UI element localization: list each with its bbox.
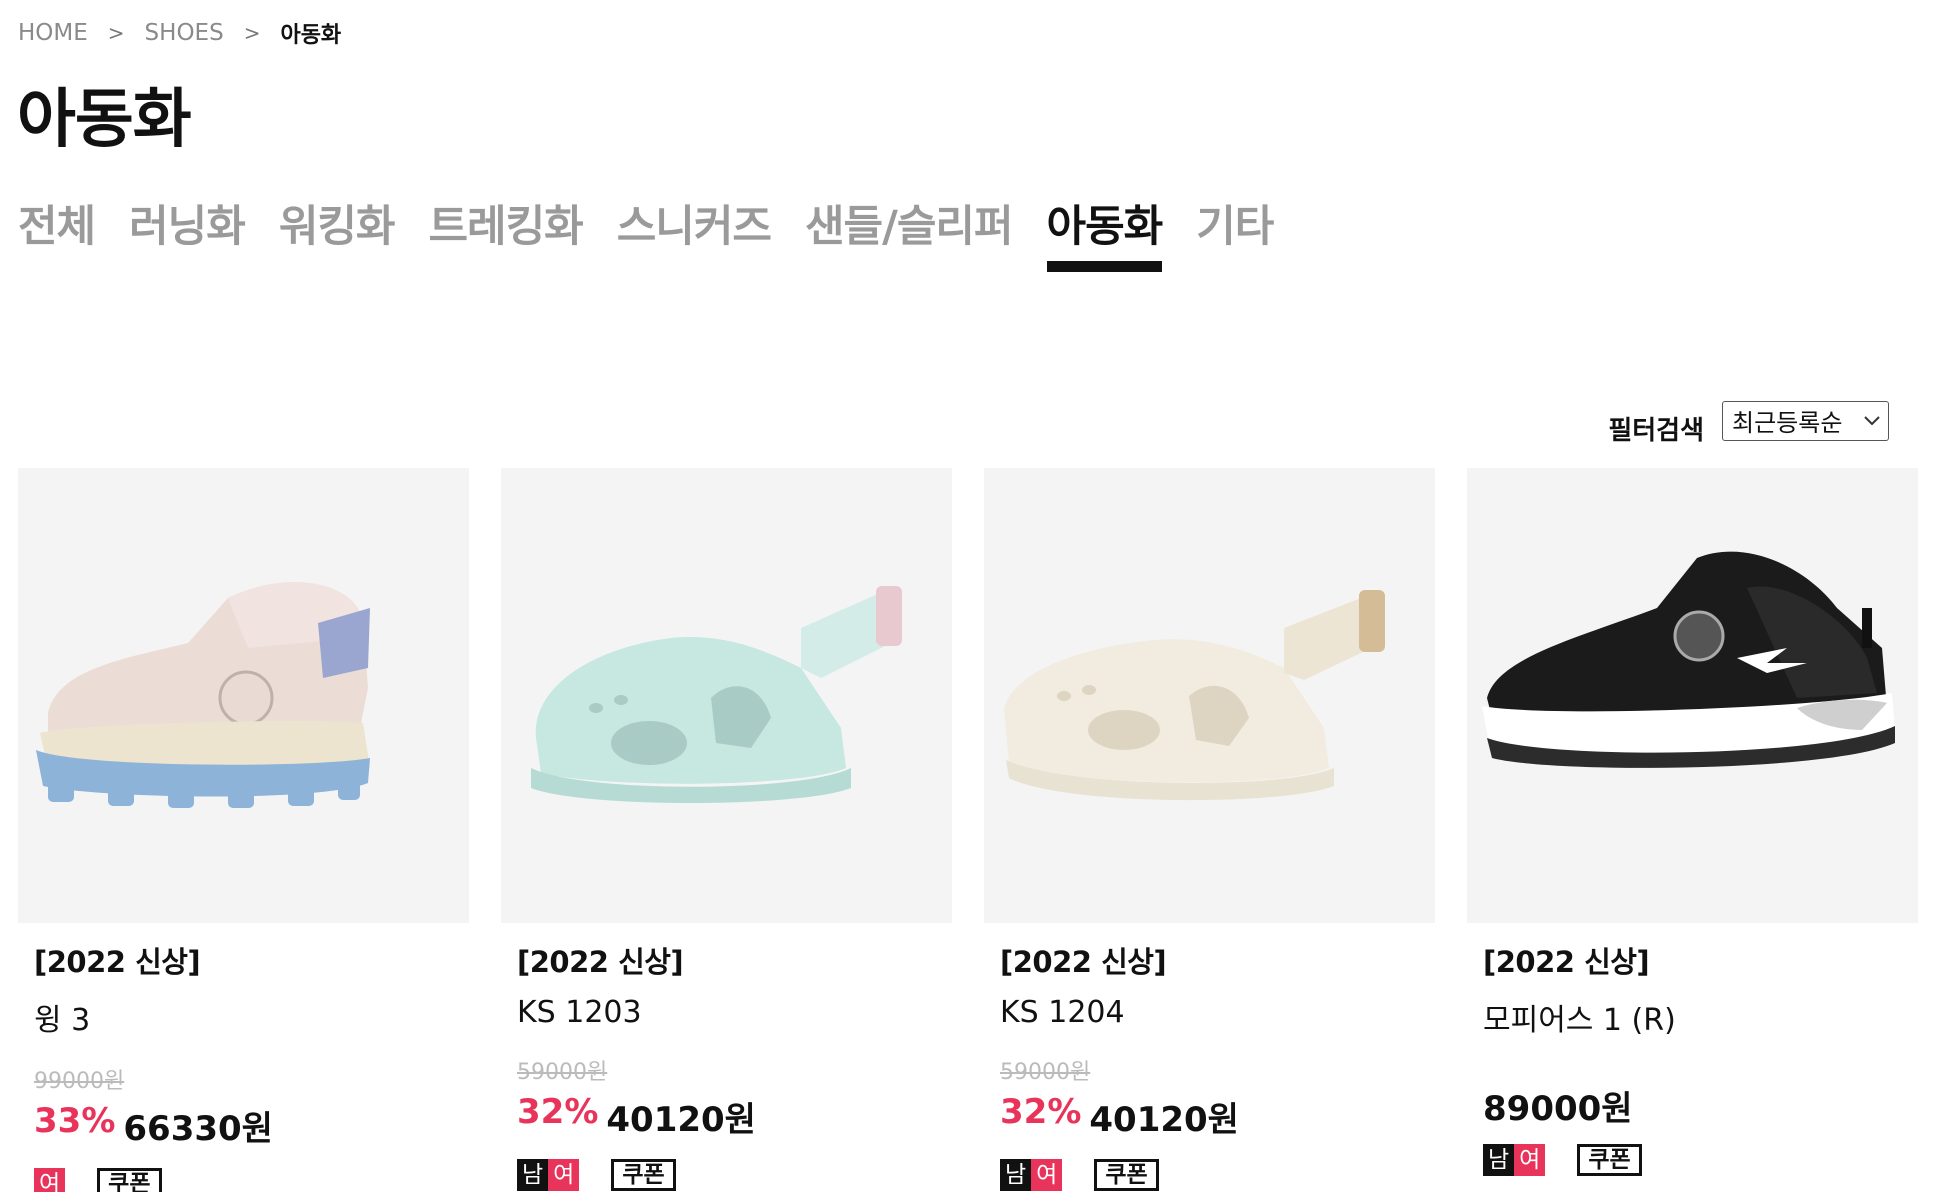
tab-kids[interactable]: 아동화 — [1046, 192, 1163, 272]
product-image[interactable] — [984, 468, 1435, 923]
product-image[interactable] — [18, 468, 469, 923]
original-price: 59000원 — [1000, 1060, 1091, 1085]
category-tabs: 전체 러닝화 워킹화 트레킹화 스니커즈 샌들/슬리퍼 아동화 기타 — [18, 192, 1307, 272]
chevron-down-icon — [1864, 411, 1880, 430]
product-grid: [2022 신상] 윙 3 99000원 33% 66330원 여 쿠폰 [20… — [18, 468, 1918, 1192]
discount-rate: 32% — [1000, 1092, 1082, 1132]
tab-walking[interactable]: 워킹화 — [279, 192, 396, 272]
product-image[interactable] — [1467, 468, 1918, 923]
breadcrumb: HOME > SHOES > 아동화 — [18, 18, 341, 48]
gender-badge-male: 남 — [1000, 1159, 1032, 1191]
page-title: 아동화 — [17, 83, 192, 157]
gender-badge-male: 남 — [1483, 1144, 1515, 1176]
tab-all[interactable]: 전체 — [18, 192, 96, 272]
sale-price: 40120원 — [1089, 1100, 1239, 1140]
breadcrumb-home[interactable]: HOME — [18, 20, 88, 46]
coupon-badge: 쿠폰 — [97, 1168, 162, 1192]
sale-price: 66330원 — [123, 1109, 273, 1149]
product-name[interactable]: KS 1204 — [1000, 995, 1435, 1030]
product-tag: [2022 신상] — [1483, 945, 1650, 979]
original-price: 59000원 — [517, 1060, 608, 1085]
product-name[interactable]: KS 1203 — [517, 995, 952, 1030]
gender-badge-female: 여 — [34, 1168, 66, 1192]
coupon-badge: 쿠폰 — [1577, 1144, 1642, 1176]
original-price: 99000원 — [34, 1069, 125, 1094]
product-tag: [2022 신상] — [34, 945, 201, 979]
gender-badge-female: 여 — [1031, 1159, 1063, 1191]
product-card[interactable]: [2022 신상] 모피어스 1 (R) 89000원 남여 쿠폰 — [1467, 468, 1918, 1188]
product-tag: [2022 신상] — [1000, 945, 1167, 979]
breadcrumb-separator: > — [243, 21, 261, 45]
tab-running[interactable]: 러닝화 — [129, 192, 246, 272]
sale-price: 89000원 — [1483, 1089, 1633, 1129]
product-tag: [2022 신상] — [517, 945, 684, 979]
product-card[interactable]: [2022 신상] KS 1204 59000원 32% 40120원 남여 쿠… — [984, 468, 1435, 1191]
breadcrumb-shoes[interactable]: SHOES — [145, 20, 224, 46]
list-toolbar: 필터검색 최근등록순 — [1608, 394, 1889, 447]
tab-sneakers[interactable]: 스니커즈 — [617, 192, 772, 272]
gender-badge-male: 남 — [517, 1159, 549, 1191]
product-name[interactable]: 모피어스 1 (R) — [1483, 995, 1918, 1039]
product-card[interactable]: [2022 신상] 윙 3 99000원 33% 66330원 여 쿠폰 — [18, 468, 469, 1192]
sort-select[interactable]: 최근등록순 — [1722, 400, 1889, 441]
tab-sandals[interactable]: 샌들/슬리퍼 — [805, 192, 1014, 272]
breadcrumb-separator: > — [107, 21, 125, 45]
product-card[interactable]: [2022 신상] KS 1203 59000원 32% 40120원 남여 쿠… — [501, 468, 952, 1191]
coupon-badge: 쿠폰 — [1094, 1159, 1159, 1191]
tab-etc[interactable]: 기타 — [1196, 192, 1274, 272]
sale-price: 40120원 — [606, 1100, 756, 1140]
product-image[interactable] — [501, 468, 952, 923]
gender-badge-female: 여 — [1514, 1144, 1546, 1176]
coupon-badge: 쿠폰 — [611, 1159, 676, 1191]
tab-trekking[interactable]: 트레킹화 — [429, 192, 584, 272]
filter-search-button[interactable]: 필터검색 — [1608, 410, 1704, 447]
discount-rate: 33% — [34, 1101, 116, 1141]
sort-select-value: 최근등록순 — [1732, 409, 1843, 437]
breadcrumb-current: 아동화 — [280, 23, 342, 48]
gender-badge-female: 여 — [548, 1159, 580, 1191]
product-name[interactable]: 윙 3 — [34, 995, 469, 1039]
discount-rate: 32% — [517, 1092, 599, 1132]
